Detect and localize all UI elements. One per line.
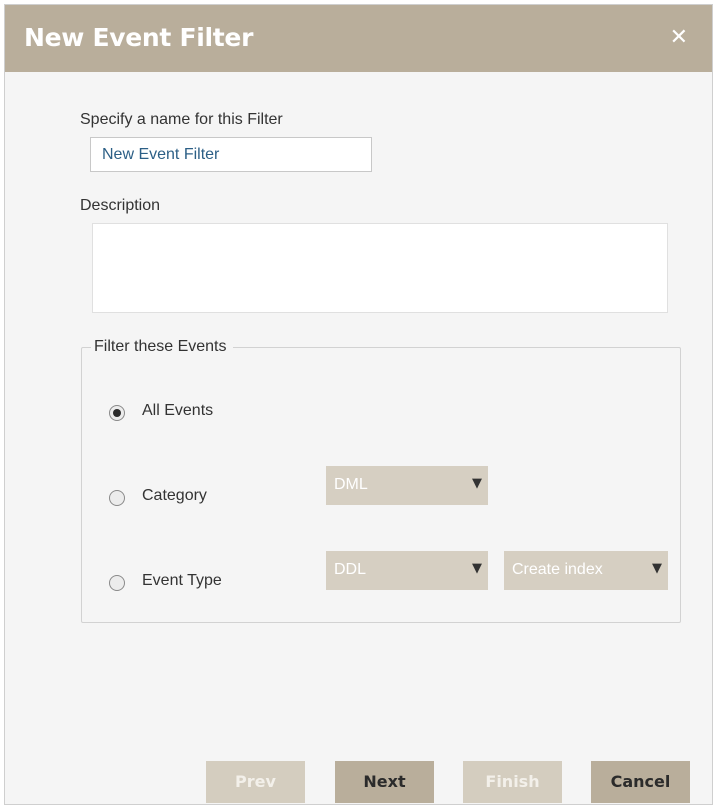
- category-radio[interactable]: [109, 490, 125, 506]
- all-events-radio[interactable]: [109, 405, 125, 421]
- next-button[interactable]: Next: [335, 761, 434, 803]
- event-subtype-select[interactable]: Create index ▼: [504, 551, 668, 590]
- category-select-value: DML: [334, 476, 368, 493]
- filter-events-legend: Filter these Events: [94, 338, 227, 355]
- category-label[interactable]: Category: [142, 487, 207, 505]
- chevron-down-icon: ▼: [472, 476, 482, 491]
- event-type-select[interactable]: DDL ▼: [326, 551, 488, 590]
- event-type-radio[interactable]: [109, 575, 125, 591]
- filter-name-input[interactable]: [90, 137, 372, 172]
- name-label: Specify a name for this Filter: [80, 111, 283, 128]
- event-type-select-value: DDL: [334, 561, 367, 578]
- dialog-title-bar: New Event Filter ✕: [5, 5, 712, 72]
- chevron-down-icon: ▼: [472, 561, 482, 576]
- event-subtype-select-value: Create index: [512, 561, 603, 578]
- new-event-filter-dialog: New Event Filter ✕ Specify a name for th…: [4, 4, 713, 805]
- description-label: Description: [80, 197, 161, 214]
- event-type-label[interactable]: Event Type: [142, 572, 222, 590]
- chevron-down-icon: ▼: [652, 561, 662, 576]
- finish-button[interactable]: Finish: [463, 761, 562, 803]
- cancel-button[interactable]: Cancel: [591, 761, 690, 803]
- description-textarea[interactable]: [92, 223, 668, 313]
- all-events-label[interactable]: All Events: [142, 402, 213, 420]
- category-select[interactable]: DML ▼: [326, 466, 488, 505]
- close-icon[interactable]: ✕: [670, 27, 688, 49]
- dialog-title: New Event Filter: [24, 23, 254, 52]
- prev-button[interactable]: Prev: [206, 761, 305, 803]
